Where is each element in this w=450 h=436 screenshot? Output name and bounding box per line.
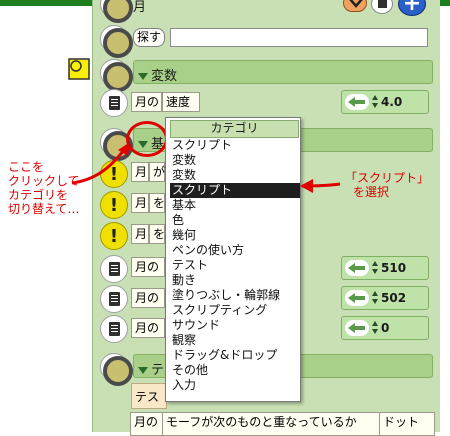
annotation-line: クリックして [8,174,80,188]
left-annotation: ここを クリックして カテゴリを 切り替えて… [8,160,92,216]
annotation-line: 切り替えて… [8,202,80,216]
annotation-arrows [71,142,341,193]
annotation-line: ここを [8,160,45,174]
annotation-line: 「スクリプト」 [345,171,430,185]
right-arrowhead-icon [300,179,313,193]
annotation-line: を選択 [353,185,390,199]
annotation-line: カテゴリを [8,188,69,202]
right-annotation: 「スクリプト」 を選択 [345,171,449,199]
